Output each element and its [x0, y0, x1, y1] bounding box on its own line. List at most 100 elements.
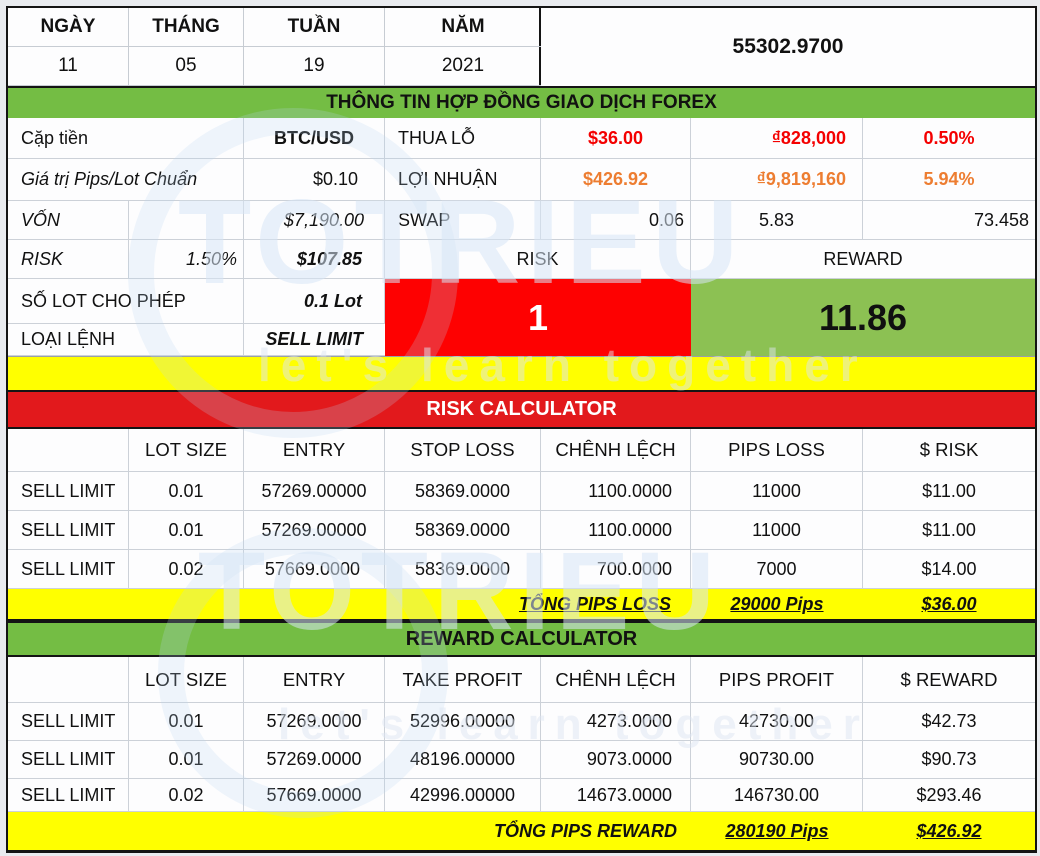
dollar-reward-cell[interactable]: $42.73 — [863, 703, 1035, 741]
chenh-lech-cell[interactable]: 9073.0000 — [541, 741, 691, 779]
risk-ratio-box[interactable]: 1 — [385, 279, 691, 356]
stop-loss-cell[interactable]: 58369.0000 — [385, 550, 541, 589]
chenh-lech-cell[interactable]: 1100.0000 — [541, 472, 691, 511]
day-header: NGÀY — [8, 8, 129, 47]
total-pips-loss-cell[interactable]: 29000 Pips — [691, 589, 863, 619]
date-quote-row: NGÀY THÁNG TUẦN NĂM 11 05 19 2021 55302.… — [8, 8, 1035, 88]
day-value-cell[interactable]: 11 — [8, 47, 129, 86]
order-type-cell[interactable]: SELL LIMIT — [8, 511, 129, 550]
reward-ratio-box[interactable]: 11.86 — [691, 279, 1035, 356]
total-pips-reward-label: TỔNG PIPS REWARD — [493, 820, 677, 841]
order-type-cell[interactable]: SELL LIMIT — [8, 741, 129, 779]
header-dollar-reward: $ REWARD — [863, 657, 1035, 703]
reward-total-row: TỔNG PIPS REWARD 280190 Pips $426.92 — [8, 812, 1035, 850]
total-risk-amount-cell[interactable]: $36.00 — [863, 589, 1035, 619]
loss-pct-cell[interactable]: 0.50% — [863, 118, 1035, 159]
capital-value-cell[interactable]: $7,190.00 — [244, 201, 385, 240]
header-lot-size: LOT SIZE — [129, 657, 244, 703]
year-value-cell[interactable]: 2021 — [385, 47, 541, 86]
risk-table-row: SELL LIMIT 0.01 57269.00000 58369.0000 1… — [8, 511, 1035, 550]
pips-loss-cell[interactable]: 11000 — [691, 472, 863, 511]
swap-value-2-cell[interactable]: 5.83 — [691, 201, 863, 240]
take-profit-cell[interactable]: 42996.00000 — [385, 779, 541, 812]
dollar-reward-cell[interactable]: $90.73 — [863, 741, 1035, 779]
dollar-risk-cell[interactable]: $14.00 — [863, 550, 1035, 589]
pips-loss-cell[interactable]: 7000 — [691, 550, 863, 589]
loss-usd-cell[interactable]: $36.00 — [541, 118, 691, 159]
dollar-risk-cell[interactable]: $11.00 — [863, 511, 1035, 550]
lot-size-cell[interactable]: 0.02 — [129, 779, 244, 812]
yellow-separator — [8, 356, 1035, 392]
profit-vnd-cell[interactable]: ₫9,819,160 — [691, 159, 863, 201]
dollar-risk-cell[interactable]: $11.00 — [863, 472, 1035, 511]
risk-amount-cell[interactable]: $107.85 — [244, 240, 385, 279]
pair-value-cell[interactable]: BTC/USD — [244, 118, 385, 159]
dollar-reward-cell[interactable]: $293.46 — [863, 779, 1035, 812]
pip-value-cell[interactable]: $0.10 — [244, 159, 385, 201]
lot-size-cell[interactable]: 0.01 — [129, 741, 244, 779]
header-pips-loss: PIPS LOSS — [691, 429, 863, 472]
pips-profit-cell[interactable]: 90730.00 — [691, 741, 863, 779]
stop-loss-cell[interactable]: 58369.0000 — [385, 511, 541, 550]
take-profit-cell[interactable]: 52996.00000 — [385, 703, 541, 741]
pips-profit-cell[interactable]: 146730.00 — [691, 779, 863, 812]
header-take-profit: TAKE PROFIT — [385, 657, 541, 703]
risk-table-row: SELL LIMIT 0.01 57269.00000 58369.0000 1… — [8, 472, 1035, 511]
order-type-cell[interactable]: SELL LIMIT — [244, 324, 385, 356]
order-type-cell[interactable]: SELL LIMIT — [8, 703, 129, 741]
header-entry: ENTRY — [244, 657, 385, 703]
entry-cell[interactable]: 57269.00000 — [244, 472, 385, 511]
lot-size-cell[interactable]: 0.01 — [129, 511, 244, 550]
header-blank — [8, 657, 129, 703]
reward-table-header: LOT SIZE ENTRY TAKE PROFIT CHÊNH LỆCH PI… — [8, 657, 1035, 703]
entry-cell[interactable]: 57669.0000 — [244, 779, 385, 812]
pips-profit-cell[interactable]: 42730.00 — [691, 703, 863, 741]
chenh-lech-cell[interactable]: 14673.0000 — [541, 779, 691, 812]
lot-allowed-cell[interactable]: 0.1 Lot — [244, 279, 385, 324]
profit-usd-cell[interactable]: $426.92 — [541, 159, 691, 201]
profit-pct-cell[interactable]: 5.94% — [863, 159, 1035, 201]
lot-size-cell[interactable]: 0.01 — [129, 472, 244, 511]
header-lot-size: LOT SIZE — [129, 429, 244, 472]
month-value-cell[interactable]: 05 — [129, 47, 244, 86]
take-profit-cell[interactable]: 48196.00000 — [385, 741, 541, 779]
order-type-label: LOẠI LỆNH — [8, 324, 244, 356]
total-pips-reward-cell[interactable]: 280190 Pips — [691, 812, 863, 850]
lot-size-cell[interactable]: 0.02 — [129, 550, 244, 589]
entry-cell[interactable]: 57269.0000 — [244, 703, 385, 741]
header-chenh-lech: CHÊNH LỆCH — [541, 429, 691, 472]
chenh-lech-cell[interactable]: 4273.0000 — [541, 703, 691, 741]
chenh-lech-cell[interactable]: 1100.0000 — [541, 511, 691, 550]
risk-pct-label: RISK — [8, 240, 129, 279]
loss-label: THUA LỖ — [385, 118, 541, 159]
contract-info-table: Cặp tiền BTC/USD THUA LỖ $36.00 ₫828,000… — [8, 118, 1035, 356]
loss-vnd-cell[interactable]: ₫828,000 — [691, 118, 863, 159]
risk-calculator-title: RISK CALCULATOR — [8, 392, 1035, 429]
order-type-cell[interactable]: SELL LIMIT — [8, 779, 129, 812]
reward-table-row: SELL LIMIT 0.01 57269.0000 52996.00000 4… — [8, 703, 1035, 741]
entry-cell[interactable]: 57669.0000 — [244, 550, 385, 589]
total-pips-loss-label: TỔNG PIPS LOSS — [518, 593, 671, 614]
forex-risk-calculator-sheet: NGÀY THÁNG TUẦN NĂM 11 05 19 2021 55302.… — [6, 6, 1037, 853]
year-header: NĂM — [385, 8, 541, 47]
lot-size-cell[interactable]: 0.01 — [129, 703, 244, 741]
stop-loss-cell[interactable]: 58369.0000 — [385, 472, 541, 511]
order-type-cell[interactable]: SELL LIMIT — [8, 550, 129, 589]
swap-value-3-cell[interactable]: 73.458 — [863, 201, 1035, 240]
reward-column-header: REWARD — [691, 240, 1035, 279]
reward-calculator-title: REWARD CALCULATOR — [8, 621, 1035, 657]
order-type-cell[interactable]: SELL LIMIT — [8, 472, 129, 511]
entry-cell[interactable]: 57269.0000 — [244, 741, 385, 779]
week-value-cell[interactable]: 19 — [244, 47, 385, 86]
risk-table-row: SELL LIMIT 0.02 57669.0000 58369.0000 70… — [8, 550, 1035, 589]
risk-pct-cell[interactable]: 1.50% — [129, 240, 244, 279]
chenh-lech-cell[interactable]: 700.0000 — [541, 550, 691, 589]
total-reward-amount-cell[interactable]: $426.92 — [863, 812, 1035, 850]
date-table: NGÀY THÁNG TUẦN NĂM 11 05 19 2021 — [8, 8, 541, 88]
current-price-cell[interactable]: 55302.9700 — [541, 8, 1035, 88]
swap-value-1-cell[interactable]: 0.06 — [541, 201, 691, 240]
entry-cell[interactable]: 57269.00000 — [244, 511, 385, 550]
header-blank — [8, 429, 129, 472]
reward-table-row: SELL LIMIT 0.02 57669.0000 42996.00000 1… — [8, 779, 1035, 812]
pips-loss-cell[interactable]: 11000 — [691, 511, 863, 550]
